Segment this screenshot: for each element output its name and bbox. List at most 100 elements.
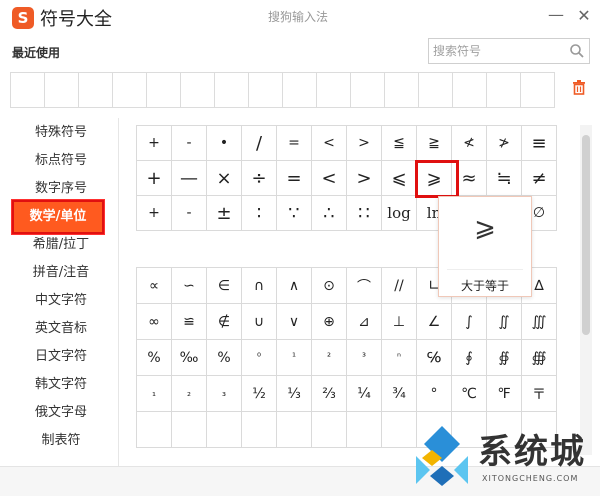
symbol-cell[interactable]: ∉	[207, 304, 242, 340]
symbol-cell[interactable]	[242, 412, 277, 448]
symbol-cell[interactable]: ∪	[242, 304, 277, 340]
recent-slot[interactable]	[351, 73, 385, 107]
symbol-cell[interactable]: ≧	[417, 126, 452, 161]
sidebar-item-english-phonetic[interactable]: 英文音标	[0, 316, 118, 342]
symbol-cell[interactable]: ²	[312, 340, 347, 376]
symbol-cell[interactable]: ±	[207, 196, 242, 231]
symbol-cell[interactable]: •	[207, 126, 242, 161]
symbol-cell[interactable]	[347, 412, 382, 448]
symbol-cell[interactable]: ⊕	[312, 304, 347, 340]
symbol-cell[interactable]	[137, 412, 172, 448]
symbol-cell[interactable]: ℃	[452, 376, 487, 412]
recent-slot[interactable]	[283, 73, 317, 107]
symbol-cell[interactable]: ≒	[487, 161, 522, 196]
recent-slot[interactable]	[487, 73, 521, 107]
symbol-cell[interactable]: ∶	[242, 196, 277, 231]
symbol-cell[interactable]: ∝	[137, 268, 172, 304]
recent-slot[interactable]	[11, 73, 45, 107]
recent-slot[interactable]	[181, 73, 215, 107]
symbol-cell[interactable]: ×	[207, 161, 242, 196]
symbol-cell[interactable]: ⁿ	[382, 340, 417, 376]
symbol-cell[interactable]: ∮	[452, 340, 487, 376]
search-input[interactable]	[433, 42, 563, 60]
symbol-cell[interactable]: ₂	[172, 376, 207, 412]
symbol-cell[interactable]	[312, 412, 347, 448]
recent-slot[interactable]	[215, 73, 249, 107]
symbol-cell[interactable]: ∯	[487, 340, 522, 376]
symbol-cell[interactable]: =	[277, 126, 312, 161]
sidebar-item-chinese[interactable]: 中文字符	[0, 288, 118, 314]
sidebar-item-greek-latin[interactable]: 希腊/拉丁	[0, 232, 118, 258]
symbol-cell[interactable]: ∵	[277, 196, 312, 231]
symbol-cell[interactable]: <	[312, 126, 347, 161]
symbol-cell[interactable]: ÷	[242, 161, 277, 196]
recent-slot[interactable]	[45, 73, 79, 107]
sidebar-item-pinyin[interactable]: 拼音/注音	[0, 260, 118, 286]
symbol-cell[interactable]: %	[207, 340, 242, 376]
symbol-cell[interactable]: >	[347, 126, 382, 161]
symbol-cell[interactable]: ≯	[487, 126, 522, 161]
symbol-cell[interactable]: ∴	[312, 196, 347, 231]
symbol-cell[interactable]: ₃	[207, 376, 242, 412]
symbol-cell[interactable]: ∽	[172, 268, 207, 304]
scrollbar-thumb[interactable]	[582, 135, 590, 335]
recent-slot[interactable]	[385, 73, 419, 107]
symbol-cell[interactable]: ℅	[417, 340, 452, 376]
symbol-cell[interactable]: ∷	[347, 196, 382, 231]
symbol-cell[interactable]: ≡	[522, 126, 557, 161]
sidebar-item-math-units[interactable]: 数学/单位	[11, 199, 105, 235]
symbol-cell[interactable]: ≮	[452, 126, 487, 161]
symbol-cell[interactable]: ∰	[522, 340, 557, 376]
recent-slot[interactable]	[249, 73, 283, 107]
symbol-cell[interactable]: ∞	[137, 304, 172, 340]
sidebar-item-box-drawing[interactable]: 制表符	[0, 428, 118, 454]
symbol-cell[interactable]: ∈	[207, 268, 242, 304]
symbol-cell[interactable]: -	[172, 196, 207, 231]
symbol-cell[interactable]: +	[137, 161, 172, 196]
sidebar-item-number-series[interactable]: 数字序号	[0, 176, 118, 202]
symbol-cell[interactable]: ¼	[347, 376, 382, 412]
symbol-cell[interactable]: ₁	[137, 376, 172, 412]
symbol-cell[interactable]: ¹	[277, 340, 312, 376]
symbol-cell[interactable]: ∬	[487, 304, 522, 340]
symbol-cell[interactable]: ∭	[522, 304, 557, 340]
symbol-cell[interactable]: ⅔	[312, 376, 347, 412]
trash-icon[interactable]	[571, 79, 587, 95]
search-box[interactable]	[428, 38, 590, 64]
grid-scrollbar[interactable]	[580, 125, 592, 455]
symbol-cell[interactable]: log	[382, 196, 417, 231]
symbol-cell[interactable]: ∠	[417, 304, 452, 340]
symbol-cell[interactable]: ≌	[172, 304, 207, 340]
symbol-cell[interactable]: ∧	[277, 268, 312, 304]
symbol-cell[interactable]: +	[137, 196, 172, 231]
sidebar-item-punctuation[interactable]: 标点符号	[0, 148, 118, 174]
minimize-button[interactable]: —	[546, 6, 566, 26]
symbol-cell[interactable]: ‰	[172, 340, 207, 376]
search-icon[interactable]	[569, 43, 585, 59]
symbol-cell[interactable]: ⩽	[382, 161, 417, 196]
symbol-cell[interactable]: ⊙	[312, 268, 347, 304]
symbol-cell[interactable]	[172, 412, 207, 448]
symbol-cell[interactable]: -	[172, 126, 207, 161]
recent-slot[interactable]	[317, 73, 351, 107]
sidebar-item-russian[interactable]: 俄文字母	[0, 400, 118, 426]
symbol-cell[interactable]: +	[137, 126, 172, 161]
symbol-cell[interactable]: /	[242, 126, 277, 161]
sidebar-item-korean[interactable]: 韩文字符	[0, 372, 118, 398]
symbol-cell[interactable]	[207, 412, 242, 448]
symbol-cell[interactable]: ∫	[452, 304, 487, 340]
symbol-cell[interactable]: ≦	[382, 126, 417, 161]
symbol-cell[interactable]: ½	[242, 376, 277, 412]
symbol-cell[interactable]: ℉	[487, 376, 522, 412]
symbol-cell[interactable]: <	[312, 161, 347, 196]
symbol-cell[interactable]: ⊥	[382, 304, 417, 340]
symbol-cell[interactable]: 〒	[522, 376, 557, 412]
recent-slot[interactable]	[419, 73, 453, 107]
recent-slot[interactable]	[113, 73, 147, 107]
symbol-cell[interactable]: ∨	[277, 304, 312, 340]
symbol-cell[interactable]: ⊿	[347, 304, 382, 340]
symbol-cell[interactable]: ⁰	[242, 340, 277, 376]
recent-slot[interactable]	[521, 73, 555, 107]
symbol-cell[interactable]: >	[347, 161, 382, 196]
close-button[interactable]: ✕	[574, 6, 594, 26]
